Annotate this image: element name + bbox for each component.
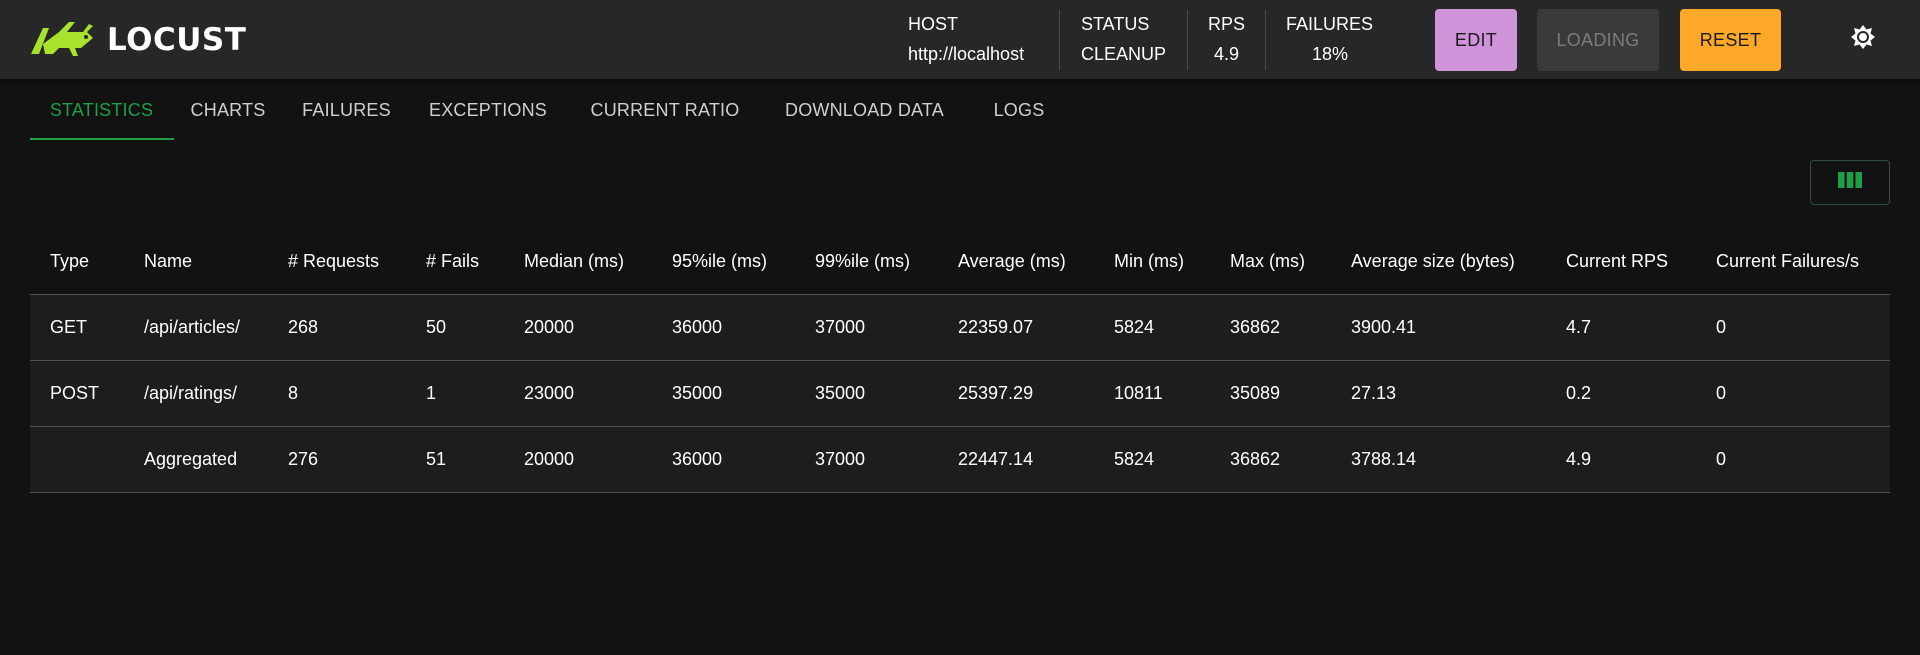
- request-name-cell: /api/articles/: [144, 317, 241, 337]
- column-header[interactable]: # Fails: [426, 228, 479, 294]
- fails-cell: 50: [426, 317, 447, 337]
- fails-cell: 1: [426, 383, 437, 403]
- requests-cell: 8: [288, 383, 299, 403]
- p99-cell: 37000: [815, 317, 866, 337]
- current-rps-cell: 4.7: [1566, 317, 1592, 337]
- column-header[interactable]: Current RPS: [1566, 228, 1668, 294]
- tab-logs[interactable]: LOGS: [984, 79, 1054, 141]
- column-header[interactable]: Current Failures/s: [1716, 228, 1859, 294]
- request-type-cell: GET: [50, 317, 88, 337]
- reset-button[interactable]: RESET: [1680, 9, 1781, 71]
- fails-cell: 51: [426, 449, 447, 469]
- table-row: GET /api/articles/ 268 50 20000 36000 37…: [30, 295, 1890, 361]
- current-failures-cell: 0: [1716, 317, 1727, 337]
- view-columns-icon: [1838, 171, 1862, 194]
- status-value: CLEANUP: [1081, 44, 1167, 64]
- column-header[interactable]: Average size (bytes): [1351, 228, 1515, 294]
- rps-label: RPS: [1208, 14, 1246, 34]
- host-label: HOST: [908, 14, 959, 34]
- table-header-row: Type Name # Requests # Fails Median (ms)…: [30, 228, 1890, 295]
- request-name-cell: /api/ratings/: [144, 383, 238, 403]
- app-logo[interactable]: LOCUST: [29, 20, 246, 60]
- failures-value: 18%: [1312, 44, 1349, 64]
- p99-cell: 35000: [815, 383, 866, 403]
- statistics-table: Type Name # Requests # Fails Median (ms)…: [30, 228, 1890, 493]
- header-divider: [1187, 10, 1188, 70]
- column-header[interactable]: Max (ms): [1230, 228, 1305, 294]
- average-cell: 25397.29: [958, 383, 1034, 403]
- tab-download-data[interactable]: DOWNLOAD DATA: [777, 79, 952, 141]
- active-tab-indicator: [30, 138, 174, 140]
- current-rps-cell: 0.2: [1566, 383, 1592, 403]
- header-divider: [1265, 10, 1266, 70]
- min-cell: 10811: [1114, 383, 1163, 403]
- edit-button[interactable]: EDIT: [1435, 9, 1517, 71]
- failures-label: FAILURES: [1286, 14, 1374, 34]
- column-header[interactable]: 99%ile (ms): [815, 228, 910, 294]
- tab-statistics[interactable]: STATISTICS: [30, 79, 173, 141]
- app-name: LOCUST: [107, 22, 247, 58]
- table-row-aggregated: Aggregated 276 51 20000 36000 37000 2244…: [30, 427, 1890, 493]
- loading-button[interactable]: LOADING: [1537, 9, 1659, 71]
- host-value: http://localhost: [908, 44, 1025, 64]
- p95-cell: 36000: [672, 449, 723, 469]
- tab-current-ratio[interactable]: CURRENT RATIO: [583, 79, 747, 141]
- median-cell: 20000: [524, 317, 575, 337]
- table-row: POST /api/ratings/ 8 1 23000 35000 35000…: [30, 361, 1890, 427]
- p95-cell: 36000: [672, 317, 723, 337]
- top-header: LOCUST HOST http://localhost STATUS CLEA…: [0, 0, 1920, 79]
- min-cell: 5824: [1114, 317, 1155, 337]
- average-cell: 22447.14: [958, 449, 1034, 469]
- brightness-icon: [1849, 23, 1877, 56]
- median-cell: 23000: [524, 383, 575, 403]
- tab-failures[interactable]: FAILURES: [299, 79, 394, 141]
- current-failures-cell: 0: [1716, 449, 1727, 469]
- status-label: STATUS: [1081, 14, 1150, 34]
- median-cell: 20000: [524, 449, 575, 469]
- locust-logo-icon: [29, 18, 97, 63]
- column-header[interactable]: Type: [50, 228, 89, 294]
- column-header[interactable]: Min (ms): [1114, 228, 1184, 294]
- tab-exceptions[interactable]: EXCEPTIONS: [424, 79, 552, 141]
- max-cell: 36862: [1230, 317, 1281, 337]
- columns-selector-button[interactable]: [1810, 160, 1890, 205]
- column-header[interactable]: Median (ms): [524, 228, 624, 294]
- p95-cell: 35000: [672, 383, 723, 403]
- average-cell: 22359.07: [958, 317, 1034, 337]
- requests-cell: 276: [288, 449, 319, 469]
- request-type-cell: POST: [50, 383, 100, 403]
- column-header[interactable]: 95%ile (ms): [672, 228, 767, 294]
- max-cell: 35089: [1230, 383, 1281, 403]
- rps-value: 4.9: [1214, 44, 1240, 64]
- max-cell: 36862: [1230, 449, 1281, 469]
- header-divider: [1059, 10, 1060, 70]
- column-header[interactable]: Name: [144, 228, 192, 294]
- column-header[interactable]: Average (ms): [958, 228, 1066, 294]
- requests-cell: 268: [288, 317, 319, 337]
- column-header[interactable]: # Requests: [288, 228, 379, 294]
- avg-size-cell: 27.13: [1351, 383, 1397, 403]
- min-cell: 5824: [1114, 449, 1155, 469]
- p99-cell: 37000: [815, 449, 866, 469]
- avg-size-cell: 3788.14: [1351, 449, 1417, 469]
- current-rps-cell: 4.9: [1566, 449, 1592, 469]
- theme-toggle-button[interactable]: [1848, 24, 1878, 54]
- tab-charts[interactable]: CHARTS: [188, 79, 268, 141]
- current-failures-cell: 0: [1716, 383, 1727, 403]
- avg-size-cell: 3900.41: [1351, 317, 1417, 337]
- request-name-cell: Aggregated: [144, 449, 238, 469]
